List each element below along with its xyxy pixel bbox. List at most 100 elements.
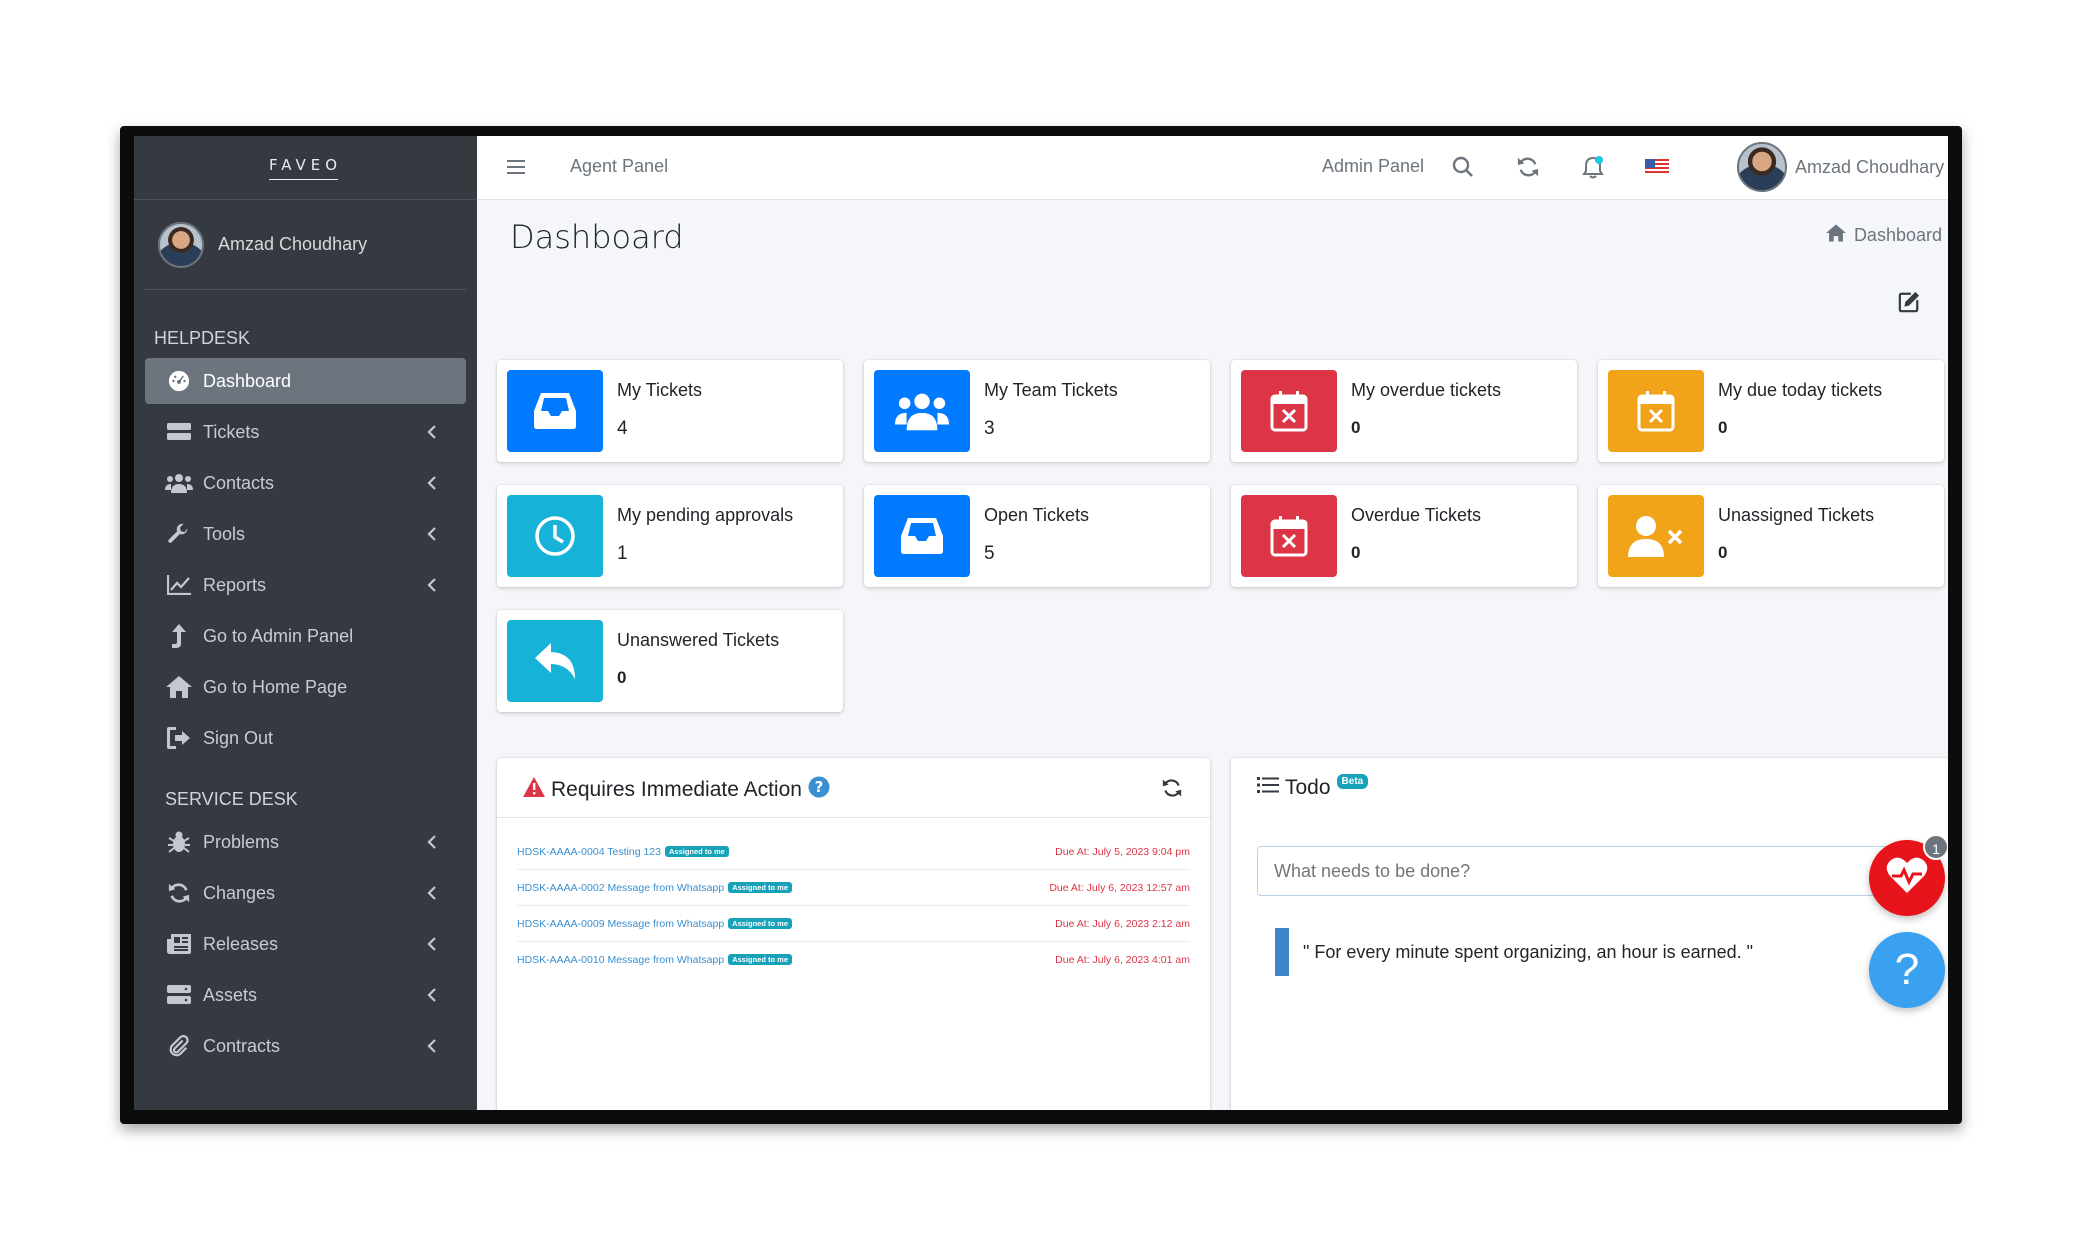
svg-text:?: ? — [815, 778, 824, 796]
reply-icon — [507, 620, 603, 702]
stat-my-overdue-tickets[interactable]: My overdue tickets 0 — [1231, 360, 1577, 462]
sidebar-item-sign-out[interactable]: Sign Out — [145, 715, 466, 761]
ticket-title[interactable]: HDSK-AAAA-0002 Message from Whatsapp — [517, 882, 724, 894]
paperclip-icon — [165, 1034, 193, 1058]
sidebar-item-tools[interactable]: Tools — [145, 511, 466, 557]
chevron-left-icon[interactable] — [422, 985, 442, 1005]
sidebar-item-reports[interactable]: Reports — [145, 562, 466, 608]
ticket-link[interactable]: HDSK-AAAA-0009 Message from Whatsapp Assi… — [517, 918, 793, 930]
stat-value: 0 — [1351, 543, 1361, 562]
agent-panel-link[interactable]: Agent Panel — [570, 156, 668, 177]
todo-input[interactable] — [1257, 846, 1915, 896]
sidebar-user-panel[interactable]: Amzad Choudhary — [145, 200, 466, 290]
avatar[interactable] — [1737, 142, 1787, 192]
dashboard-icon — [165, 369, 193, 393]
ticket-title[interactable]: HDSK-AAAA-0009 Message from Whatsapp — [517, 918, 724, 930]
stat-label: My overdue tickets — [1351, 380, 1502, 400]
task-row[interactable]: HDSK-AAAA-0009 Message from Whatsapp Assi… — [517, 906, 1190, 942]
task-row[interactable]: HDSK-AAAA-0010 Message from Whatsapp Assi… — [517, 942, 1190, 978]
stat-my-team-tickets[interactable]: My Team Tickets 3 — [864, 360, 1210, 462]
assigned-badge: Assigned to me — [728, 882, 793, 893]
top-user-name[interactable]: Amzad Choudhary — [1795, 157, 1944, 178]
chevron-left-icon[interactable] — [422, 1036, 442, 1056]
sidebar-item-label: Go to Home Page — [203, 676, 348, 697]
refresh-icon[interactable] — [1162, 778, 1182, 803]
sidebar-item-changes[interactable]: Changes — [145, 870, 466, 916]
ticket-title[interactable]: HDSK-AAAA-0004 Testing 123 — [517, 846, 661, 858]
server-icon — [165, 983, 193, 1007]
stat-unassigned-tickets[interactable]: Unassigned Tickets 0 — [1598, 485, 1944, 587]
health-count-badge: 1 — [1923, 834, 1948, 860]
stat-label: My due today tickets — [1718, 380, 1883, 400]
home-icon — [165, 675, 193, 699]
health-status-button[interactable]: 1 — [1869, 834, 1948, 916]
admin-panel-link[interactable]: Admin Panel — [1322, 156, 1424, 177]
card-title: Todo Beta — [1257, 773, 1369, 800]
sidebar-item-label: Releases — [203, 933, 279, 954]
chevron-left-icon[interactable] — [422, 422, 442, 442]
us-flag-icon[interactable] — [1644, 154, 1670, 180]
todo-quote: " For every minute spent organizing, an … — [1275, 928, 1753, 976]
help-button[interactable]: ? — [1869, 932, 1945, 1008]
bell-icon[interactable] — [1580, 154, 1606, 180]
task-row[interactable]: HDSK-AAAA-0002 Message from Whatsapp Assi… — [517, 870, 1190, 906]
help-icon[interactable]: ? — [808, 776, 830, 804]
stat-unanswered-tickets[interactable]: Unanswered Tickets 0 — [497, 610, 843, 712]
sidebar-item-home-page[interactable]: Go to Home Page — [145, 664, 466, 710]
calendar-x-icon — [1608, 370, 1704, 452]
newspaper-icon — [165, 932, 193, 956]
stat-open-tickets[interactable]: Open Tickets 5 — [864, 485, 1210, 587]
stat-my-due-today-tickets[interactable]: My due today tickets 0 — [1598, 360, 1944, 462]
sidebar-item-assets[interactable]: Assets — [145, 972, 466, 1018]
breadcrumb-current[interactable]: Dashboard — [1854, 225, 1942, 246]
hamburger-menu-icon[interactable] — [507, 158, 525, 176]
ticket-link[interactable]: HDSK-AAAA-0010 Message from Whatsapp Assi… — [517, 954, 793, 966]
sidebar-item-problems[interactable]: Problems — [145, 819, 466, 865]
chevron-left-icon[interactable] — [422, 832, 442, 852]
top-user-avatar[interactable] — [1737, 142, 1787, 192]
refresh-icon[interactable] — [1515, 154, 1541, 180]
sidebar-item-contacts[interactable]: Contacts — [145, 460, 466, 506]
quote-text: " For every minute spent organizing, an … — [1303, 941, 1754, 962]
chevron-left-icon[interactable] — [422, 883, 442, 903]
chevron-left-icon[interactable] — [422, 934, 442, 954]
sign-out-icon — [165, 726, 193, 750]
edit-icon[interactable] — [1898, 291, 1922, 315]
sidebar: FAVEO Amzad Choudhary HELPDESK Dashboard… — [134, 136, 477, 1110]
ticket-link[interactable]: HDSK-AAAA-0002 Message from Whatsapp Assi… — [517, 882, 793, 894]
ticket-link[interactable]: HDSK-AAAA-0004 Testing 123 Assigned to me — [517, 846, 729, 858]
ticket-title[interactable]: HDSK-AAAA-0010 Message from Whatsapp — [517, 954, 724, 966]
calendar-x-icon — [1241, 495, 1337, 577]
stat-my-pending-approvals[interactable]: My pending approvals 1 — [497, 485, 843, 587]
sidebar-item-contracts[interactable]: Contracts — [145, 1023, 466, 1069]
sidebar-item-dashboard[interactable]: Dashboard — [145, 358, 466, 404]
brand-logo[interactable]: FAVEO — [268, 156, 342, 180]
nav-header-helpdesk: HELPDESK — [154, 328, 251, 348]
sidebar-item-releases[interactable]: Releases — [145, 921, 466, 967]
stat-label: Unanswered Tickets — [617, 630, 780, 650]
chevron-left-icon[interactable] — [422, 473, 442, 493]
sidebar-user-name[interactable]: Amzad Choudhary — [218, 234, 367, 255]
chevron-left-icon[interactable] — [422, 524, 442, 544]
due-date: Due At: July 6, 2023 2:12 am — [1055, 918, 1190, 930]
task-row[interactable]: HDSK-AAAA-0004 Testing 123 Assigned to me… — [517, 834, 1190, 870]
inbox-icon — [874, 495, 970, 577]
sidebar-item-label: Assets — [203, 984, 258, 1005]
avatar[interactable] — [158, 221, 204, 268]
sidebar-item-label: Sign Out — [203, 727, 274, 748]
sidebar-item-label: Tickets — [203, 421, 260, 442]
stat-overdue-tickets[interactable]: Overdue Tickets 0 — [1231, 485, 1577, 587]
stat-value: 5 — [984, 543, 995, 564]
sidebar-item-label: Dashboard — [203, 370, 292, 391]
stat-value: 4 — [617, 418, 628, 439]
device-frame: FAVEO Amzad Choudhary HELPDESK Dashboard… — [120, 126, 1962, 1124]
breadcrumb[interactable]: Dashboard — [1825, 224, 1942, 247]
brand[interactable]: FAVEO — [134, 136, 477, 200]
sidebar-item-label: Contacts — [203, 472, 275, 493]
search-icon[interactable] — [1450, 154, 1476, 180]
sidebar-item-admin-panel[interactable]: Go to Admin Panel — [145, 613, 466, 659]
stat-my-tickets[interactable]: My Tickets 4 — [497, 360, 843, 462]
due-date: Due At: July 6, 2023 4:01 am — [1055, 954, 1190, 966]
sidebar-item-tickets[interactable]: Tickets — [145, 409, 466, 455]
chevron-left-icon[interactable] — [422, 575, 442, 595]
